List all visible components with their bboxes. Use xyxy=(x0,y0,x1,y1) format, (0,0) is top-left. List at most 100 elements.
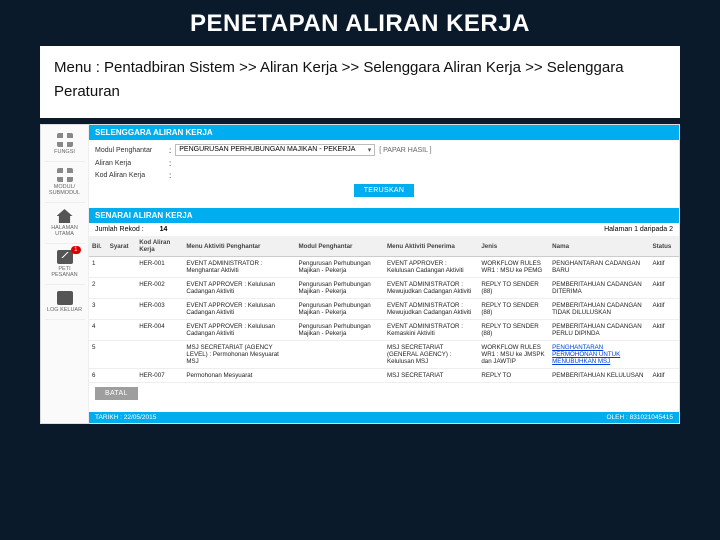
grid-icon xyxy=(57,133,73,147)
sidebar-item-label: MODUL/ SUBMODUL xyxy=(45,184,85,196)
logout-icon xyxy=(57,291,73,305)
cell-jenis: REPLY TO SENDER (88) xyxy=(478,278,549,299)
cell-status xyxy=(649,341,679,369)
cell-jenis: REPLY TO xyxy=(478,369,549,383)
sidebar-item-label: FUNGSI xyxy=(45,149,85,155)
select-modul-penghantar[interactable]: PENGURUSAN PERHUBUNGAN MAJIKAN - PEKERJA xyxy=(175,144,375,156)
sidebar-item-modul[interactable]: MODUL/ SUBMODUL xyxy=(45,164,85,203)
cell-nama: PEMBERITAHUAN KELULUSAN xyxy=(549,369,649,383)
cell-penerima: EVENT APPROVER : Kelulusan Cadangan Akti… xyxy=(384,257,478,278)
footer-bar: TARIKH : 22/05/2015 OLEH : 831021045415 xyxy=(89,412,679,423)
cell-kod: HER-001 xyxy=(136,257,183,278)
cell-penerima: MSJ SECRETARIAT (GENERAL AGENCY) : Kelul… xyxy=(384,341,478,369)
cell-status: Aktif xyxy=(649,320,679,341)
cell-nama: PEMBERITAHUAN CADANGAN PERLU DIPINDA xyxy=(549,320,649,341)
cell-kod: HER-003 xyxy=(136,299,183,320)
cell-aktiviti: EVENT ADMINISTRATOR : Menghantar Aktivit… xyxy=(183,257,295,278)
pager-label: Halaman 1 daripada 2 xyxy=(604,226,673,233)
col-status: Status xyxy=(649,236,679,257)
cell-modul: Pengurusan Perhubungan Majikan - Pekerja xyxy=(295,320,384,341)
notification-badge: 1 xyxy=(71,246,80,254)
cell-aktiviti: EVENT APPROVER : Kelulusan Cadangan Akti… xyxy=(183,299,295,320)
cell-status: Aktif xyxy=(649,257,679,278)
list-section-title: SENARAI ALIRAN KERJA xyxy=(89,208,679,223)
cell-aktiviti: MSJ SECRETARIAT (AGENCY LEVEL) : Permoho… xyxy=(183,341,295,369)
cell-nama: PENGHANTARAN PERMOHONAN UNTUK MENUBUHKAN… xyxy=(549,341,649,369)
col-kod: Kod Aliran Kerja xyxy=(136,236,183,257)
cell-jenis: WORKFLOW RULES WR1 : MSU ke JMSPK dan JA… xyxy=(478,341,549,369)
cell-bil: 1 xyxy=(89,257,107,278)
sidebar-item-label: PETI PESANAN xyxy=(45,266,85,278)
cell-bil: 5 xyxy=(89,341,107,369)
cell-syarat xyxy=(107,320,137,341)
chevron-down-icon xyxy=(368,146,372,154)
table-row[interactable]: 5 MSJ SECRETARIAT (AGENCY LEVEL) : Permoh… xyxy=(89,341,679,369)
batal-button[interactable]: BATAL xyxy=(95,387,138,400)
cell-jenis: REPLY TO SENDER (88) xyxy=(478,320,549,341)
cell-modul: Pengurusan Perhubungan Majikan - Pekerja xyxy=(295,299,384,320)
cell-syarat xyxy=(107,278,137,299)
table-row[interactable]: 4 HER-004EVENT APPROVER : Kelulusan Cadan… xyxy=(89,320,679,341)
select-value: PENGURUSAN PERHUBUNGAN MAJIKAN - PEKERJA xyxy=(179,146,355,154)
cell-modul: Pengurusan Perhubungan Majikan - Pekerja xyxy=(295,257,384,278)
col-nama: Nama xyxy=(549,236,649,257)
sidebar: FUNGSI MODUL/ SUBMODUL HALAMAN UTAMA 1 P… xyxy=(41,125,89,423)
slide-title: PENETAPAN ALIRAN KERJA xyxy=(0,0,720,46)
cell-status: Aktif xyxy=(649,369,679,383)
teruskan-button[interactable]: TERUSKAN xyxy=(354,184,415,197)
cell-nama: PEMBERITAHUAN CADANGAN DITERIMA xyxy=(549,278,649,299)
table-row[interactable]: 1 HER-001EVENT ADMINISTRATOR : Menghantar… xyxy=(89,257,679,278)
table-row[interactable]: 6HER-007Permohonan MesyuaratMSJ SECRETAR… xyxy=(89,369,679,383)
label-modul-penghantar: Modul Penghantar xyxy=(95,147,165,154)
col-aktiviti-penerima: Menu Aktiviti Penerima xyxy=(384,236,478,257)
main-panel: SELENGGARA ALIRAN KERJA Modul Penghantar… xyxy=(89,125,679,423)
cell-aktiviti: EVENT APPROVER : Kelulusan Cadangan Akti… xyxy=(183,320,295,341)
label-kod-aliran-kerja: Kod Aliran Kerja xyxy=(95,172,165,179)
cell-aktiviti: EVENT APPROVER : Kelulusan Cadangan Akti… xyxy=(183,278,295,299)
col-jenis: Jenis xyxy=(478,236,549,257)
cell-kod xyxy=(136,341,183,369)
sidebar-item-peti-pesanan[interactable]: 1 PETI PESANAN xyxy=(45,246,85,285)
home-icon xyxy=(57,209,73,223)
cell-penerima: MSJ SECRETARIAT xyxy=(384,369,478,383)
cell-kod: HER-007 xyxy=(136,369,183,383)
cell-jenis: WORKFLOW RULES WR1 : MSU ke PEMG xyxy=(478,257,549,278)
link-papar-hasil[interactable]: [ PAPAR HASIL ] xyxy=(379,147,431,154)
table-row[interactable]: 3 HER-003EVENT APPROVER : Kelulusan Cadan… xyxy=(89,299,679,320)
cell-kod: HER-002 xyxy=(136,278,183,299)
cell-bil: 3 xyxy=(89,299,107,320)
jumlah-rekod: Jumlah Rekod : 14 xyxy=(95,226,167,233)
col-modul-penghantar: Modul Penghantar xyxy=(295,236,384,257)
cell-penerima: EVENT ADMINISTRATOR : Mewujudkan Cadanga… xyxy=(384,278,478,299)
cell-kod: HER-004 xyxy=(136,320,183,341)
breadcrumb: Menu : Pentadbiran Sistem >> Aliran Kerj… xyxy=(40,46,680,118)
module-icon xyxy=(57,168,73,182)
cell-jenis: REPLY TO SENDER (88) xyxy=(478,299,549,320)
cell-syarat xyxy=(107,369,137,383)
sidebar-item-label: HALAMAN UTAMA xyxy=(45,225,85,237)
cell-syarat xyxy=(107,257,137,278)
cell-nama: PEMBERITAHUAN CADANGAN TIDAK DILULUSKAN xyxy=(549,299,649,320)
search-form: Modul Penghantar : PENGURUSAN PERHUBUNGA… xyxy=(89,140,679,206)
cell-nama: PENGHANTARAN CADANGAN BARU xyxy=(549,257,649,278)
col-syarat: Syarat xyxy=(107,236,137,257)
cell-penerima: EVENT ADMINISTRATOR : Mewujudkan Cadanga… xyxy=(384,299,478,320)
cell-bil: 2 xyxy=(89,278,107,299)
cell-syarat xyxy=(107,299,137,320)
footer-date: TARIKH : 22/05/2015 xyxy=(95,414,156,421)
col-aktiviti-penghantar: Menu Aktiviti Penghantar xyxy=(183,236,295,257)
cell-penerima: EVENT ADMINISTRATOR : Kemaskini Aktiviti xyxy=(384,320,478,341)
mail-icon xyxy=(57,250,73,264)
col-bil: Bil. xyxy=(89,236,107,257)
cell-aktiviti: Permohonan Mesyuarat xyxy=(183,369,295,383)
sidebar-item-halaman-utama[interactable]: HALAMAN UTAMA xyxy=(45,205,85,244)
cell-syarat xyxy=(107,341,137,369)
table-row[interactable]: 2 HER-002EVENT APPROVER : Kelulusan Cadan… xyxy=(89,278,679,299)
application-screenshot: FUNGSI MODUL/ SUBMODUL HALAMAN UTAMA 1 P… xyxy=(40,124,680,424)
cell-modul xyxy=(295,341,384,369)
sidebar-item-label: LOG KELUAR xyxy=(45,307,85,313)
sidebar-item-fungsi[interactable]: FUNGSI xyxy=(45,129,85,162)
cell-bil: 4 xyxy=(89,320,107,341)
cell-modul: Pengurusan Perhubungan Majikan - Pekerja xyxy=(295,278,384,299)
sidebar-item-log-keluar[interactable]: LOG KELUAR xyxy=(45,287,85,320)
